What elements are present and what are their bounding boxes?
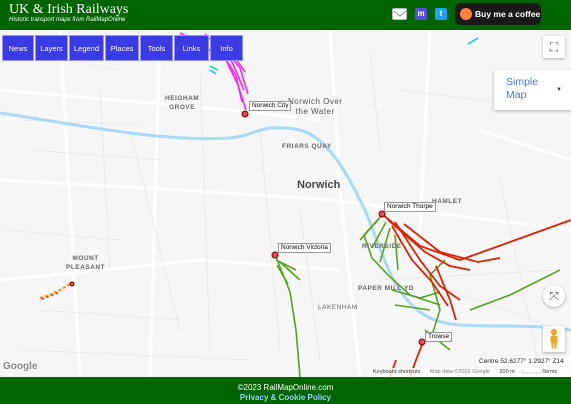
place-label-norwich: Norwich xyxy=(297,179,341,191)
place-label-friars-quay: FRIARS QUAY xyxy=(282,143,332,150)
map-type-select[interactable]: Simple Map ▼ xyxy=(494,70,571,110)
place-label-thorpe-hamlet: HAMLET xyxy=(432,198,463,205)
twitter-icon[interactable]: t xyxy=(435,8,447,20)
site-title: UK & Irish Railways xyxy=(9,2,129,17)
scale-label: 200 m xyxy=(499,369,515,375)
site-footer: ©2023 RailMapOnline.com Privacy & Cookie… xyxy=(0,377,571,404)
copyright-text: ©2023 RailMapOnline.com xyxy=(237,383,334,392)
buy-coffee-button[interactable]: Buy me a coffee xyxy=(455,3,541,25)
map-base-layer xyxy=(0,30,571,377)
keyboard-shortcuts-link[interactable]: Keyboard shortcuts xyxy=(373,369,420,375)
station-label-norwich-victoria[interactable]: Norwich Victoria xyxy=(278,243,331,253)
station-marker-mount-pleasant[interactable] xyxy=(69,281,75,287)
station-label-trowse[interactable]: Trowse xyxy=(425,332,453,342)
nav-links-button[interactable]: Links xyxy=(174,35,209,61)
google-logo[interactable]: Google xyxy=(3,361,37,372)
station-label-norwich-thorpe[interactable]: Norwich Thorpe xyxy=(384,202,436,212)
pan-control-button[interactable]: ⤧ xyxy=(543,285,565,307)
nav-tools-button[interactable]: Tools xyxy=(140,35,173,61)
mail-icon[interactable] xyxy=(392,8,407,20)
place-label-paper-mill-yd: PAPER MILL YD xyxy=(358,285,414,292)
place-label-over-the-water: Norwich Over the Water xyxy=(288,97,343,116)
nav-places-button[interactable]: Places xyxy=(105,35,139,61)
street-view-pegman-button[interactable] xyxy=(543,326,565,352)
pan-icon: ⤧ xyxy=(549,289,559,303)
station-marker-norwich-city[interactable] xyxy=(241,110,249,118)
terms-link[interactable]: Terms xyxy=(542,369,557,375)
map-attribution-bar: Keyboard shortcuts Map data ©2025 Google… xyxy=(370,368,571,377)
site-header: UK & Irish Railways Historic transport m… xyxy=(0,0,571,30)
nav-news-button[interactable]: News xyxy=(2,35,34,61)
place-label-lakenham: LAKENHAM xyxy=(318,304,358,311)
nav-info-button[interactable]: Info xyxy=(210,35,243,61)
pegman-icon xyxy=(550,328,558,349)
station-label-norwich-city[interactable]: Norwich City xyxy=(249,101,292,111)
map-data-credit: Map data ©2025 Google xyxy=(429,369,490,375)
nav-legend-button[interactable]: Legend xyxy=(69,35,104,61)
buy-coffee-label: Buy me a coffee xyxy=(475,9,541,19)
map-canvas[interactable]: News Layers Legend Places Tools Links In… xyxy=(0,30,571,377)
fullscreen-button[interactable]: ⛶ xyxy=(543,36,565,58)
chevron-down-icon: ▼ xyxy=(556,87,562,93)
fullscreen-icon: ⛶ xyxy=(549,40,559,54)
mastodon-icon[interactable]: m xyxy=(415,8,427,20)
place-label-mount-pleasant: MOUNT PLEASANT xyxy=(66,255,106,271)
nav-layers-button[interactable]: Layers xyxy=(35,35,68,61)
place-label-heigham: HEIGHAM GROVE xyxy=(165,95,200,111)
place-label-riverside: RIVERSIDE xyxy=(362,243,402,250)
coffee-cup-icon xyxy=(460,8,472,20)
centre-coordinates-readout: Centre 52.6277° 1.2927° Z14 xyxy=(476,357,571,366)
site-subtitle: Historic transport maps from RailMapOnli… xyxy=(9,17,126,23)
privacy-policy-link[interactable]: Privacy & Cookie Policy xyxy=(0,393,571,402)
